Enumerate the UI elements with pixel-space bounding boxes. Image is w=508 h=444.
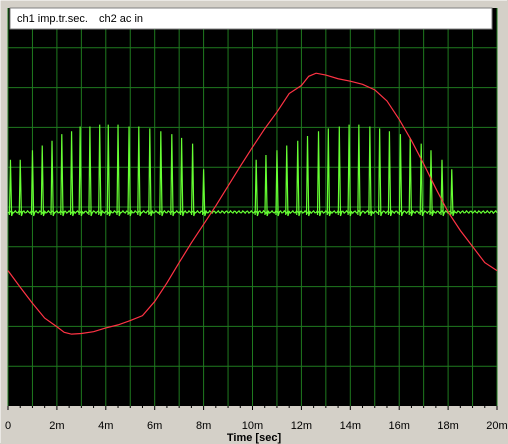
oscilloscope-chart: ch1 imp.tr.sec. ch2 ac in 0 2m 4m 6m 8m 10m 12m… — [0, 0, 508, 444]
x-tick-label: 20m — [486, 420, 507, 432]
x-tick-label: 10m — [242, 420, 263, 432]
x-tick-label: 6m — [147, 420, 162, 432]
legend-item-ch2: ch2 ac in — [99, 13, 143, 25]
x-tick-label: 18m — [437, 420, 458, 432]
x-tick-label: 0 — [5, 420, 11, 432]
x-tick-label: 14m — [340, 420, 361, 432]
x-tick-label: 16m — [388, 420, 409, 432]
legend-item-ch1: ch1 imp.tr.sec. — [17, 13, 88, 25]
scope-window: ch1 imp.tr.sec. ch2 ac in 0 2m 4m 6m 8m 10m 12m… — [0, 0, 508, 444]
x-axis-title: Time [sec] — [227, 432, 282, 444]
x-tick-label: 12m — [291, 420, 312, 432]
x-tick-label: 4m — [98, 420, 113, 432]
x-tick-label: 8m — [196, 420, 211, 432]
x-tick-label: 2m — [49, 420, 64, 432]
legend: ch1 imp.tr.sec. ch2 ac in — [17, 13, 143, 25]
